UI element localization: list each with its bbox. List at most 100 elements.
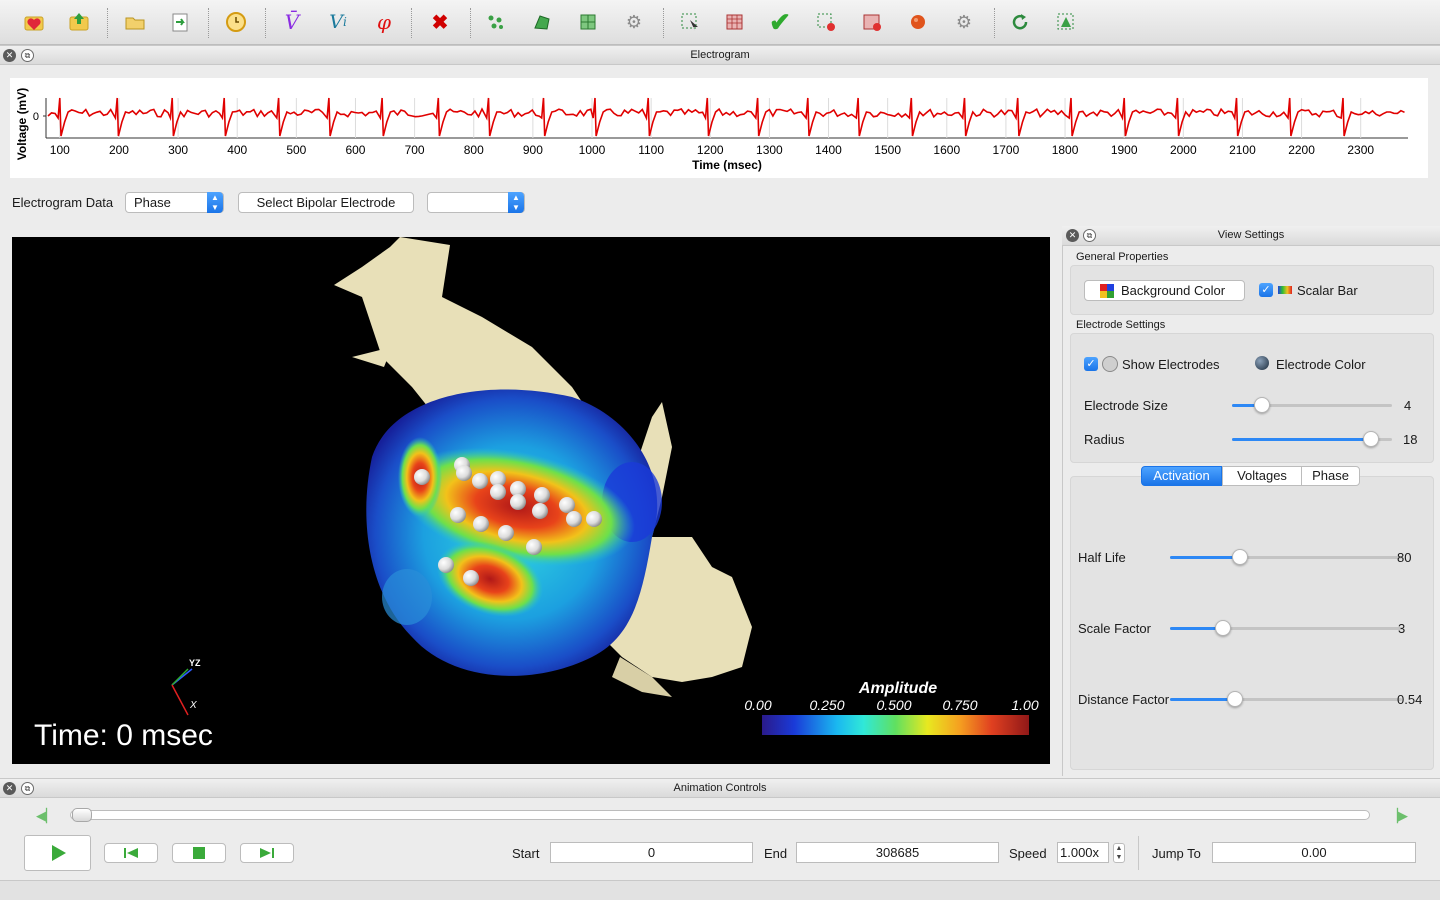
x-tick-label: 1700 <box>993 143 1020 157</box>
triangle-select-icon[interactable] <box>1052 8 1080 36</box>
background-color-button[interactable]: Background Color <box>1084 280 1245 301</box>
chevron-up-down-icon: ▲ ▼ <box>207 192 223 213</box>
x-tick-label: 1500 <box>874 143 901 157</box>
surface-point-icon[interactable] <box>812 8 840 36</box>
import-icon[interactable] <box>65 8 93 36</box>
electrogram-svg: Voltage (mV) 0 100 200 300 400 500 600 700 800 9… <box>15 88 1408 172</box>
axis-yz-label: YZ <box>189 658 201 668</box>
x-tick-label: 2000 <box>1170 143 1197 157</box>
electrode-sphere <box>498 525 514 541</box>
refresh-icon[interactable] <box>1006 8 1034 36</box>
float-icon[interactable]: ⧉ <box>21 49 34 62</box>
tab-voltages[interactable]: Voltages <box>1222 466 1302 486</box>
electrode-sphere <box>463 570 479 586</box>
stop-button[interactable] <box>172 843 226 863</box>
grid-icon[interactable] <box>574 8 602 36</box>
delete-icon[interactable]: ✖ <box>426 8 454 36</box>
folder-open-icon[interactable] <box>121 8 149 36</box>
x-tick-label: 1300 <box>756 143 783 157</box>
scalar-bar: Amplitude 0.00 0.250 0.500 0.750 1.00 <box>744 680 1039 735</box>
tab-activation[interactable]: Activation <box>1141 466 1222 486</box>
phi-icon[interactable]: φ <box>370 8 398 36</box>
scalar-bar-gradient <box>762 715 1029 735</box>
electrode-sphere <box>526 539 542 555</box>
y-axis-label: Voltage (mV) <box>15 88 29 160</box>
timeline-track[interactable] <box>70 810 1370 820</box>
tab-phase[interactable]: Phase <box>1301 466 1360 486</box>
x-tick-label: 1200 <box>697 143 724 157</box>
vi-icon[interactable]: Vi <box>324 8 352 36</box>
scalar-tick-label: 1.00 <box>1011 697 1038 713</box>
scalar-tick-label: 0.750 <box>942 697 977 713</box>
points-icon[interactable] <box>482 8 510 36</box>
float-icon[interactable]: ⧉ <box>1083 229 1096 242</box>
close-icon[interactable]: ✕ <box>1066 229 1079 242</box>
electrogram-data-select[interactable]: Phase ▲ ▼ <box>125 192 224 213</box>
x-tick-label: 200 <box>109 143 129 157</box>
scalar-bar-checkbox[interactable]: ✓ <box>1259 283 1273 297</box>
x-tick-label: 1400 <box>815 143 842 157</box>
divider <box>1138 836 1139 870</box>
show-electrodes-label: Show Electrodes <box>1122 357 1220 372</box>
scalar-tick-label: 0.00 <box>744 697 771 713</box>
half-life-slider[interactable] <box>1231 549 1248 565</box>
animation-dock-title: ✕ ⧉ Animation Controls <box>0 778 1440 798</box>
close-icon[interactable]: ✕ <box>3 782 16 795</box>
electrode-sphere <box>450 507 466 523</box>
select-icon[interactable] <box>676 8 704 36</box>
play-icon <box>51 845 66 861</box>
timeline-handle[interactable] <box>72 808 92 822</box>
clock-icon[interactable] <box>222 8 250 36</box>
surface-select-icon[interactable] <box>721 8 749 36</box>
gear-icon[interactable]: ⚙ <box>620 8 648 36</box>
x-tick-label: 2200 <box>1288 143 1315 157</box>
step-back-icon[interactable]: ◀▏ <box>36 808 56 824</box>
float-icon[interactable]: ⧉ <box>21 782 34 795</box>
half-life-value: 80 <box>1397 550 1412 565</box>
skip-forward-button[interactable] <box>240 843 294 863</box>
end-input[interactable]: 308685 <box>796 842 999 863</box>
y-tick-label: 0 <box>33 111 39 123</box>
surface-mesh-icon[interactable] <box>858 8 886 36</box>
speed-stepper[interactable]: ▲ ▼ <box>1113 843 1125 863</box>
distance-factor-value: 0.54 <box>1397 692 1423 707</box>
close-icon[interactable]: ✕ <box>3 49 16 62</box>
distance-factor-label: Distance Factor <box>1078 692 1170 707</box>
select-bipolar-electrode-button[interactable]: Select Bipolar Electrode <box>238 192 414 213</box>
x-tick-label: 2300 <box>1347 143 1374 157</box>
play-button[interactable] <box>24 835 91 871</box>
check-icon[interactable]: ✔ <box>766 7 794 37</box>
general-properties-label: General Properties <box>1076 251 1169 263</box>
speed-input[interactable]: 1.000x <box>1057 842 1109 863</box>
render-viewport[interactable]: YZ X Time: 0 msec Amplitude 0.00 0.250 0.5… <box>12 237 1050 764</box>
mesh-icon[interactable] <box>528 8 556 36</box>
gear-icon-2[interactable]: ⚙ <box>950 8 978 36</box>
export-icon[interactable] <box>166 8 194 36</box>
speed-label: Speed <box>1009 846 1047 861</box>
heart-model: YZ X Time: 0 msec Amplitude 0.00 0.250 0.5… <box>34 237 1039 752</box>
x-tick-label: 900 <box>523 143 543 157</box>
step-forward-icon[interactable]: ▕▶ <box>1388 808 1408 824</box>
electrode-sphere <box>490 484 506 500</box>
skip-back-icon <box>124 848 138 858</box>
electrode-sphere <box>438 557 454 573</box>
electrogram-title: Electrogram <box>690 49 750 61</box>
jump-to-input[interactable]: 0.00 <box>1212 842 1416 863</box>
distance-factor-slider[interactable] <box>1226 691 1243 707</box>
open-heart-icon[interactable] <box>20 8 48 36</box>
electrode-color-icon[interactable] <box>1255 356 1269 370</box>
x-tick-label: 500 <box>286 143 306 157</box>
skip-back-button[interactable] <box>104 843 158 863</box>
half-life-label: Half Life <box>1078 550 1126 565</box>
sphere-icon[interactable] <box>904 8 932 36</box>
electrode-icon <box>1102 356 1118 372</box>
electrode-sphere <box>534 487 550 503</box>
electrode-color-label[interactable]: Electrode Color <box>1276 357 1366 372</box>
start-input[interactable]: 0 <box>550 842 753 863</box>
electrogram-chart[interactable]: Voltage (mV) 0 100 200 300 400 500 600 700 800 9… <box>10 78 1428 178</box>
bipolar-electrode-select[interactable]: ▲ ▼ <box>427 192 525 213</box>
end-label: End <box>764 846 788 861</box>
show-electrodes-checkbox[interactable]: ✓ <box>1084 357 1098 371</box>
jump-to-label: Jump To <box>1152 846 1201 861</box>
v-bar-icon[interactable]: V̄ <box>278 8 306 36</box>
